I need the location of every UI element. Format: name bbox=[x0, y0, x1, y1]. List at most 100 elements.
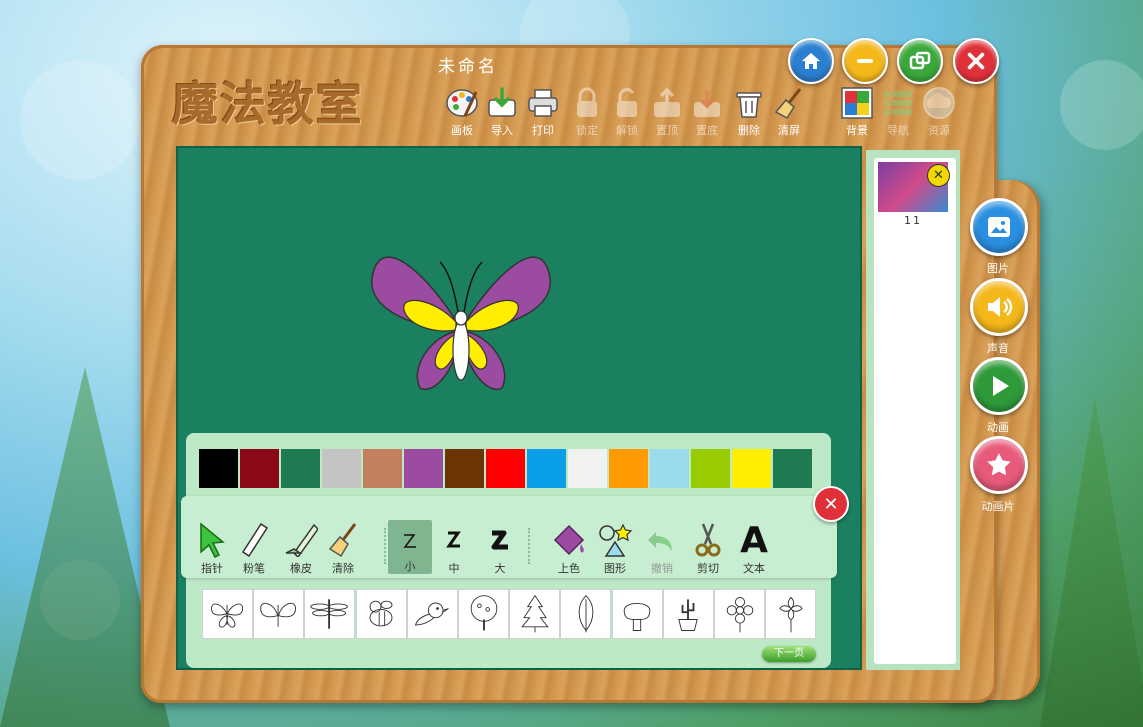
text-tool[interactable]: A 文本 bbox=[732, 520, 776, 576]
resources-button[interactable]: 资源 bbox=[919, 86, 959, 138]
pointer-label: 指针 bbox=[201, 562, 223, 575]
clear-label: 清除 bbox=[332, 562, 354, 575]
close-button[interactable] bbox=[953, 38, 999, 84]
animation-label: 动画 bbox=[987, 421, 1009, 434]
unlock-button[interactable]: 解锁 bbox=[607, 86, 647, 138]
printer-icon bbox=[526, 86, 560, 120]
tree-icon bbox=[623, 603, 651, 631]
background-button[interactable]: 背景 bbox=[837, 86, 877, 138]
stamp-flower-2[interactable] bbox=[765, 589, 817, 639]
color-swatch[interactable] bbox=[527, 449, 566, 488]
star-icon bbox=[987, 453, 1011, 476]
remove-thumbnail-button[interactable]: ✕ bbox=[927, 164, 950, 187]
color-swatch[interactable] bbox=[404, 449, 443, 488]
butterfly-drawing[interactable] bbox=[370, 238, 552, 394]
butterfly-2-icon bbox=[259, 602, 296, 627]
stamp-butterfly-2[interactable] bbox=[253, 589, 305, 639]
stamp-bee[interactable] bbox=[355, 589, 407, 639]
next-page-button[interactable]: 下一页 bbox=[762, 646, 816, 662]
palette-icon bbox=[445, 86, 479, 120]
delete-button[interactable]: 删除 bbox=[729, 86, 769, 138]
restore-button[interactable] bbox=[897, 38, 943, 84]
color-swatch[interactable] bbox=[363, 449, 402, 488]
color-swatch[interactable] bbox=[691, 449, 730, 488]
arrow-cursor-icon bbox=[200, 522, 225, 558]
palette-button[interactable]: 画板 bbox=[442, 86, 482, 138]
stamp-potted-cactus[interactable] bbox=[662, 589, 714, 639]
color-swatch[interactable] bbox=[609, 449, 648, 488]
resources-label: 资源 bbox=[928, 124, 950, 137]
home-button[interactable] bbox=[788, 38, 834, 84]
medium-stroke-icon bbox=[446, 531, 461, 548]
stamp-pine-tree[interactable] bbox=[509, 589, 561, 639]
stamp-tree-round[interactable] bbox=[458, 589, 509, 639]
picture-button[interactable]: 图片 bbox=[970, 198, 1028, 276]
text-label: 文本 bbox=[743, 562, 765, 575]
tree-round-icon bbox=[470, 595, 497, 631]
brush-size-small[interactable]: 小 bbox=[388, 520, 432, 574]
app-logo: 魔法教室 bbox=[172, 77, 364, 131]
document-title: 未命名 bbox=[438, 57, 498, 77]
color-swatch[interactable] bbox=[773, 449, 812, 488]
animation-clip-label: 动画片 bbox=[981, 500, 1015, 513]
trash-icon bbox=[732, 86, 766, 120]
color-swatch[interactable] bbox=[199, 449, 238, 488]
clear-screen-button[interactable]: 清屏 bbox=[769, 86, 809, 138]
undo-tool[interactable]: 撤销 bbox=[640, 520, 684, 576]
set-top-button[interactable]: 置顶 bbox=[647, 86, 687, 138]
animation-button[interactable]: 动画 bbox=[970, 357, 1028, 435]
clear-tool[interactable]: 清除 bbox=[321, 520, 365, 576]
divider bbox=[528, 528, 532, 564]
color-swatch[interactable] bbox=[568, 449, 607, 488]
stamp-bird[interactable] bbox=[406, 589, 458, 639]
color-swatch[interactable] bbox=[650, 449, 689, 488]
home-icon bbox=[802, 53, 820, 69]
color-swatch[interactable] bbox=[732, 449, 771, 488]
color-swatch[interactable] bbox=[322, 449, 361, 488]
import-button[interactable]: 导入 bbox=[482, 86, 522, 138]
eraser-icon bbox=[285, 523, 318, 557]
stamp-butterfly-1[interactable] bbox=[202, 589, 253, 639]
bring-to-front-icon bbox=[650, 86, 684, 120]
eraser-tool[interactable]: 橡皮 bbox=[279, 520, 323, 576]
color-swatch[interactable] bbox=[486, 449, 525, 488]
paint-bucket-icon bbox=[553, 524, 585, 556]
color-swatch[interactable] bbox=[445, 449, 484, 488]
brush-size-medium[interactable]: 中 bbox=[432, 520, 476, 576]
leaf-icon bbox=[578, 595, 594, 633]
palette-label: 画板 bbox=[451, 124, 473, 137]
butterfly-1-icon bbox=[210, 603, 243, 628]
undo-icon bbox=[648, 532, 672, 551]
minimize-button[interactable] bbox=[842, 38, 888, 84]
navigate-button[interactable]: 导航 bbox=[878, 86, 918, 138]
stamp-leaf[interactable] bbox=[560, 589, 612, 639]
chalk-tool[interactable]: 粉笔 bbox=[232, 520, 276, 576]
stamp-tree[interactable] bbox=[611, 589, 663, 639]
clear-screen-label: 清屏 bbox=[778, 124, 800, 137]
fill-tool[interactable]: 上色 bbox=[547, 520, 591, 576]
thumbnail-number: 11 bbox=[904, 214, 922, 227]
stamp-dragonfly[interactable] bbox=[304, 589, 356, 639]
pointer-tool[interactable]: 指针 bbox=[190, 520, 234, 576]
shape-tool[interactable]: 图形 bbox=[593, 520, 637, 576]
color-swatch[interactable] bbox=[281, 449, 320, 488]
lock-icon bbox=[570, 86, 604, 120]
color-swatch[interactable] bbox=[240, 449, 279, 488]
lock-button[interactable]: 锁定 bbox=[567, 86, 607, 138]
potted-cactus-icon bbox=[678, 599, 699, 631]
brush-size-large[interactable]: 大 bbox=[478, 520, 522, 576]
list-icon bbox=[881, 86, 915, 120]
flower-icon bbox=[726, 597, 753, 633]
set-bottom-button[interactable]: 置底 bbox=[687, 86, 727, 138]
background-tree bbox=[1040, 397, 1143, 727]
sound-button[interactable]: 声音 bbox=[970, 278, 1028, 356]
cut-tool[interactable]: 剪切 bbox=[686, 520, 730, 576]
stamp-flower[interactable] bbox=[714, 589, 765, 639]
close-panel-button[interactable]: ✕ bbox=[813, 486, 849, 522]
animation-clip-button[interactable]: 动画片 bbox=[970, 436, 1028, 514]
print-button[interactable]: 打印 bbox=[523, 86, 563, 138]
unlock-label: 解锁 bbox=[616, 124, 638, 137]
minus-icon bbox=[857, 59, 873, 63]
text-a-icon: A bbox=[740, 519, 768, 561]
scissors-icon bbox=[695, 523, 721, 557]
